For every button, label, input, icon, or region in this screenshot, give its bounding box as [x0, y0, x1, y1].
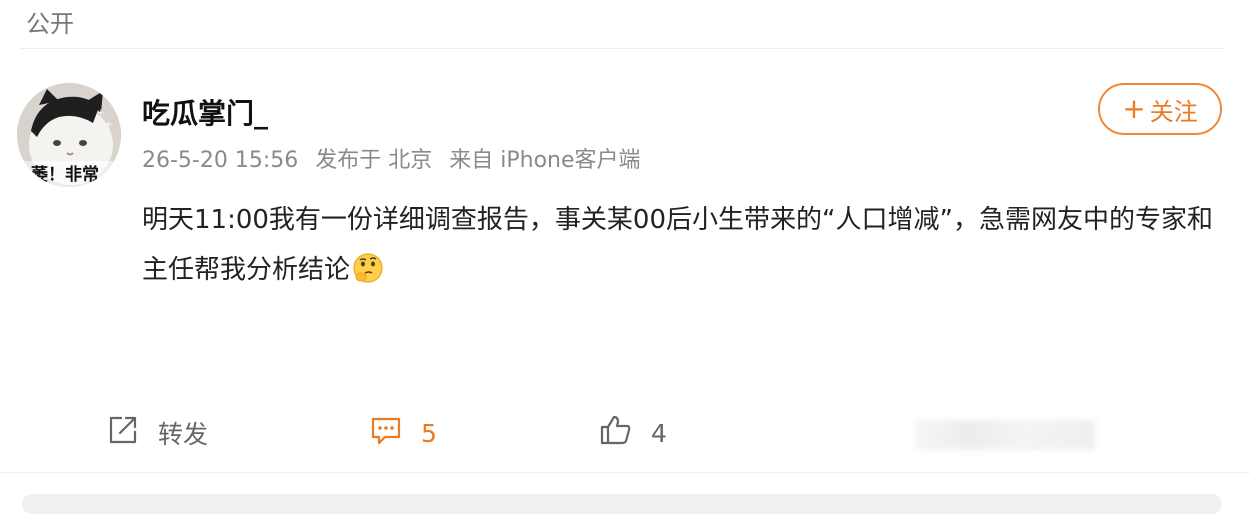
thinking-face-icon [352, 251, 384, 301]
comment-icon [369, 413, 403, 453]
plus-icon: + [1122, 92, 1146, 125]
comment-button[interactable]: 5 [369, 408, 437, 458]
post-text: 明天11:00我有一份详细调查报告，事关某00后小生带来的“人口增减”，急需网友… [142, 205, 1213, 285]
comment-count: 5 [421, 418, 437, 448]
follow-label: 关注 [1149, 97, 1198, 126]
follow-button[interactable]: + 关注 [1098, 83, 1222, 135]
divider [20, 48, 1224, 49]
comment-input-bar[interactable] [22, 494, 1222, 514]
share-icon [106, 413, 140, 453]
post-source: 来自 iPhone客户端 [449, 148, 641, 173]
location: 发布于 北京 [315, 148, 433, 173]
repost-button[interactable]: 转发 [106, 408, 208, 458]
like-count: 4 [651, 418, 667, 448]
like-button[interactable]: 4 [599, 408, 667, 458]
svg-text:+: + [97, 108, 105, 118]
avatar[interactable]: + + 萎！非常 [17, 83, 121, 187]
repost-label: 转发 [158, 420, 209, 449]
thumbs-up-icon [599, 413, 633, 453]
avatar-caption: 萎！非常 [31, 164, 99, 185]
divider [0, 472, 1250, 473]
post-content: 明天11:00我有一份详细调查报告，事关某00后小生带来的“人口增减”，急需网友… [142, 195, 1222, 301]
visibility-label: 公开 [26, 10, 74, 38]
post-meta: 26-5-20 15:56 发布于 北京 来自 iPhone客户端 [142, 145, 651, 177]
svg-text:+: + [105, 120, 113, 130]
timestamp: 26-5-20 15:56 [142, 148, 299, 173]
username[interactable]: 吃瓜掌门_ [142, 96, 268, 132]
blurred-region [915, 420, 1095, 450]
